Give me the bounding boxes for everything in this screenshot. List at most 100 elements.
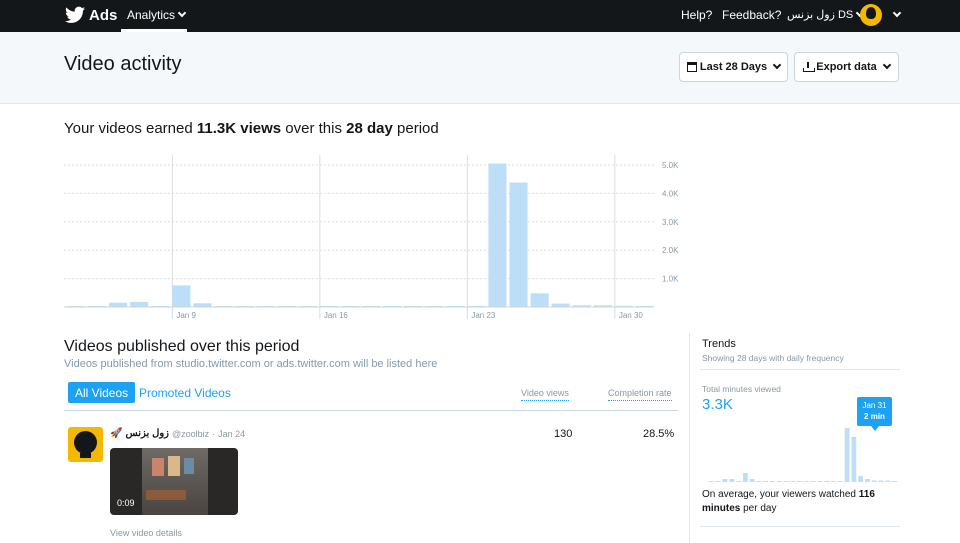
trends-note: On average, your viewers watched 116 min… (702, 488, 892, 516)
videos-section-subtitle: Videos published from studio.twitter.com… (64, 358, 438, 370)
sparkline-bar (729, 479, 735, 482)
sparkline-bar (736, 481, 741, 482)
chevron-down-icon (772, 60, 782, 70)
chart-bar[interactable] (172, 285, 191, 307)
sparkline-bar (871, 480, 877, 482)
summary-views: 11.3K views (196, 120, 282, 137)
videos-section-title: Videos published over this period (64, 338, 300, 355)
x-tick-label: Jan 9 (176, 311, 196, 320)
tooltip-date: Jan 31 (862, 401, 887, 410)
sparkline-bar (709, 481, 714, 482)
calendar-icon (686, 62, 697, 72)
sparkline-bar (892, 481, 897, 482)
trends-sparkline[interactable] (708, 423, 898, 483)
tab-all-videos[interactable]: All Videos (68, 382, 136, 403)
avatar[interactable] (860, 4, 882, 26)
sparkline-bar (776, 481, 782, 482)
note-suffix: per day (740, 503, 777, 514)
thumbnail-poster (184, 458, 194, 474)
chevron-down-icon[interactable] (892, 8, 902, 18)
date-range-button[interactable]: Last 28 Days (679, 52, 788, 82)
sparkline-bar (804, 481, 809, 482)
trends-title: Trends (702, 338, 736, 350)
chevron-down-icon (177, 8, 187, 17)
page-title: Video activity (64, 53, 182, 75)
sparkline-bar (865, 479, 870, 482)
sparkline-bar (878, 480, 884, 482)
account-menu[interactable]: زول بزنس DS (787, 8, 865, 21)
sparkline-bar (770, 481, 775, 482)
y-tick-label: 5.0K (662, 161, 679, 170)
tooltip-value: 2 min (864, 412, 885, 421)
view-video-details-link[interactable]: View video details (110, 528, 182, 538)
ads-home-link[interactable]: Ads (65, 6, 117, 24)
account-name[interactable]: زول بزنس (125, 428, 169, 439)
summary-suffix: period (392, 120, 439, 137)
sparkline-bar (824, 481, 830, 482)
date-range-label: Last 28 Days (699, 61, 768, 73)
sparkline-bar (763, 481, 769, 482)
export-data-button[interactable]: Export data (794, 52, 899, 82)
analytics-menu[interactable]: Analytics (121, 0, 187, 32)
sparkline-bar (749, 479, 755, 482)
table-divider (64, 410, 678, 411)
y-tick-label: 2.0K (662, 246, 679, 255)
feedback-link[interactable]: Feedback? (722, 8, 781, 22)
trends-subtitle: Showing 28 days with daily frequency (702, 353, 844, 363)
chart-bar[interactable] (551, 303, 570, 307)
thumbnail-desk (146, 490, 186, 500)
video-duration: 0:09 (117, 498, 135, 508)
video-completion-value: 28.5% (643, 428, 675, 440)
chart-bar[interactable] (193, 303, 212, 307)
trends-divider (700, 526, 900, 527)
y-tick-label: 3.0K (662, 218, 679, 227)
video-views-value: 130 (554, 428, 573, 440)
sparkline-bar (722, 479, 728, 482)
y-tick-label: 4.0K (662, 189, 679, 198)
summary-prefix: Your videos earned (64, 120, 197, 137)
tab-promoted-videos[interactable]: Promoted Videos (139, 386, 231, 400)
sparkline-bar (790, 481, 796, 482)
meta-separator: · (212, 428, 216, 439)
x-tick-label: Jan 30 (619, 311, 644, 320)
thumbnail-poster (168, 456, 180, 476)
brand-label: Ads (89, 6, 118, 24)
trends-metric-value: 3.3K (702, 396, 733, 413)
sparkline-bar (756, 481, 762, 482)
sparkline-bar (851, 437, 857, 482)
page-header: Video activity Last 28 Days Export data (0, 32, 960, 104)
analytics-label: Analytics (127, 7, 176, 22)
trends-panel: Trends Showing 28 days with daily freque… (689, 333, 900, 543)
chart-bar[interactable] (488, 163, 507, 307)
summary-middle: over this (281, 120, 347, 137)
chevron-down-icon (882, 60, 891, 70)
sparkline-bar (783, 481, 789, 482)
trends-tooltip: Jan 31 2 min (857, 397, 892, 431)
sparkline-bar (715, 481, 721, 482)
help-link[interactable]: Help? (681, 8, 712, 22)
twitter-bird-icon (65, 6, 85, 23)
video-date: Jan 24 (218, 428, 246, 439)
views-summary: Your videos earned 11.3K views over this… (64, 120, 439, 137)
export-data-label: Export data (816, 61, 877, 73)
column-header-completion[interactable]: Completion rate (608, 388, 672, 401)
note-prefix: On average, your viewers watched (702, 489, 859, 500)
sparkline-bar (858, 476, 864, 482)
download-icon (803, 62, 816, 72)
rocket-icon: 🚀 (110, 428, 123, 439)
trends-divider (700, 369, 900, 370)
chart-bar[interactable] (530, 293, 549, 307)
chart-bar[interactable] (130, 301, 149, 307)
summary-period: 28 day (346, 120, 393, 137)
avatar[interactable] (68, 427, 103, 462)
video-thumbnail[interactable]: 0:09 (110, 448, 238, 515)
chart-bar[interactable] (109, 302, 128, 307)
video-row-meta: 🚀 زول بزنس @zoolbiz · Jan 24 (110, 428, 245, 439)
account-name: زول بزنس DS (787, 9, 854, 21)
chart-bar[interactable] (509, 182, 528, 307)
sparkline-bar (837, 481, 843, 482)
column-header-views[interactable]: Video views (521, 388, 569, 401)
y-tick-label: 1.0K (662, 275, 679, 284)
account-handle[interactable]: @zoolbiz (172, 429, 209, 439)
sparkline-bar (885, 480, 891, 482)
